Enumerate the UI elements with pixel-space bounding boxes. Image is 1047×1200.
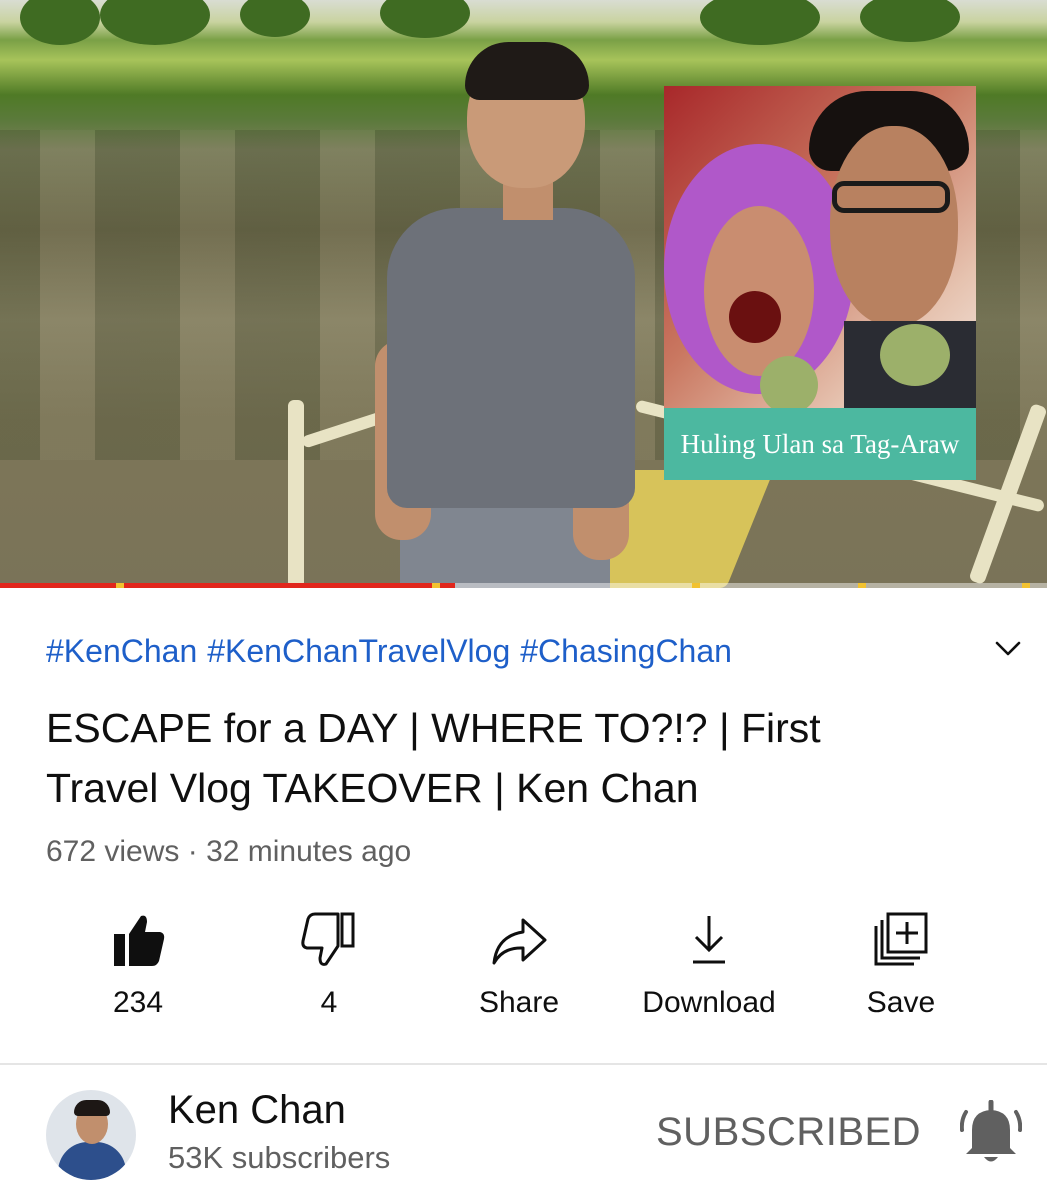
- view-count-and-time: 672 views · 32 minutes ago: [46, 835, 412, 868]
- video-title: ESCAPE for a DAY | WHERE TO?!? | First T…: [46, 705, 821, 811]
- hashtag-link[interactable]: #KenChanTravelVlog: [207, 633, 510, 670]
- hashtag-link[interactable]: #ChasingChan: [520, 633, 732, 670]
- background-tree: [240, 0, 310, 37]
- hashtag-row: #KenChan #KenChanTravelVlog #ChasingChan: [46, 633, 732, 670]
- chapter-marker: [1022, 583, 1030, 588]
- chevron-down-icon[interactable]: [992, 634, 1024, 662]
- thumbs-up-filled-icon: [114, 915, 165, 966]
- subscriber-count: 53K subscribers: [168, 1140, 391, 1175]
- background-tree: [380, 0, 470, 38]
- share-icon: [492, 918, 547, 965]
- like-count: 234: [112, 986, 164, 1019]
- chapter-marker: [432, 583, 440, 588]
- download-icon: [693, 916, 725, 964]
- poster-banner: Huling Ulan sa Tag-Araw: [664, 408, 976, 480]
- background-tree: [860, 0, 960, 42]
- action-bar: 234 4 Share Download Save: [0, 910, 1047, 1030]
- background-tree: [100, 0, 210, 45]
- save-button[interactable]: Save: [806, 910, 996, 1020]
- like-button[interactable]: 234: [43, 910, 233, 1020]
- channel-avatar[interactable]: [46, 1090, 136, 1180]
- share-label: Share: [478, 986, 560, 1019]
- chapter-marker: [116, 583, 124, 588]
- thumbs-down-icon: [301, 912, 355, 966]
- movie-poster-overlay: Huling Ulan sa Tag-Araw: [664, 86, 976, 480]
- subscribed-button[interactable]: SUBSCRIBED: [656, 1110, 921, 1155]
- download-button[interactable]: Download: [614, 910, 804, 1020]
- save-label: Save: [866, 986, 936, 1019]
- download-label: Download: [642, 986, 776, 1019]
- boat-pole: [288, 400, 304, 588]
- background-tree: [700, 0, 820, 45]
- save-to-playlist-icon: [874, 912, 928, 966]
- dislike-button[interactable]: 4: [234, 910, 424, 1020]
- chapter-marker: [692, 583, 700, 588]
- channel-name[interactable]: Ken Chan: [168, 1088, 346, 1133]
- video-player[interactable]: Huling Ulan sa Tag-Araw: [0, 0, 1047, 588]
- section-divider: [0, 1063, 1047, 1065]
- vlogger-figure: [375, 40, 640, 588]
- poster-title: Huling Ulan sa Tag-Araw: [680, 428, 960, 459]
- hashtag-link[interactable]: #KenChan: [46, 633, 197, 670]
- video-progress-bar[interactable]: [0, 583, 1047, 588]
- notification-bell-icon[interactable]: [960, 1100, 1022, 1166]
- progress-fill: [0, 583, 456, 588]
- share-button[interactable]: Share: [424, 910, 614, 1020]
- dislike-count: 4: [320, 986, 338, 1019]
- background-tree: [20, 0, 100, 45]
- chapter-marker: [858, 583, 866, 588]
